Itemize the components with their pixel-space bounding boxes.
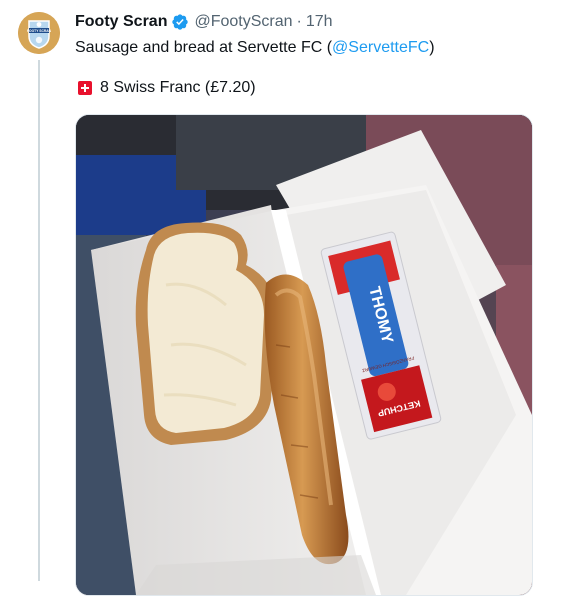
thread-line (38, 60, 40, 581)
price-text: 8 Swiss Franc (£7.20) (100, 79, 256, 96)
sausage-and-bread-photo: THOMY KETCHUP FRANZÖSISCH GEWÜRZ (76, 115, 532, 595)
mention-link[interactable]: @ServetteFC (332, 39, 429, 56)
separator: · (296, 13, 302, 30)
price-line: 8 Swiss Franc (£7.20) (75, 78, 562, 98)
tweet-header: Footy Scran @FootyScran · 17h (75, 12, 562, 32)
tweet-text-before: Sausage and bread at Servette FC ( (75, 39, 333, 56)
svg-text:FOOTY SCRAN: FOOTY SCRAN (27, 29, 52, 33)
footy-scran-logo-icon: FOOTY SCRAN (18, 12, 60, 54)
tweet-photo[interactable]: THOMY KETCHUP FRANZÖSISCH GEWÜRZ (75, 114, 533, 596)
swiss-flag-icon (78, 81, 92, 95)
avatar[interactable]: FOOTY SCRAN (18, 12, 60, 54)
author-handle[interactable]: @FootyScran (194, 12, 292, 32)
tweet[interactable]: FOOTY SCRAN Footy Scran @FootyScran · 17… (0, 0, 582, 596)
verified-badge-icon (171, 13, 189, 31)
author-name[interactable]: Footy Scran (75, 12, 167, 32)
tweet-text: Sausage and bread at Servette FC (@Serve… (75, 38, 562, 58)
timestamp[interactable]: 17h (306, 12, 333, 32)
tweet-text-after: ) (429, 39, 435, 56)
